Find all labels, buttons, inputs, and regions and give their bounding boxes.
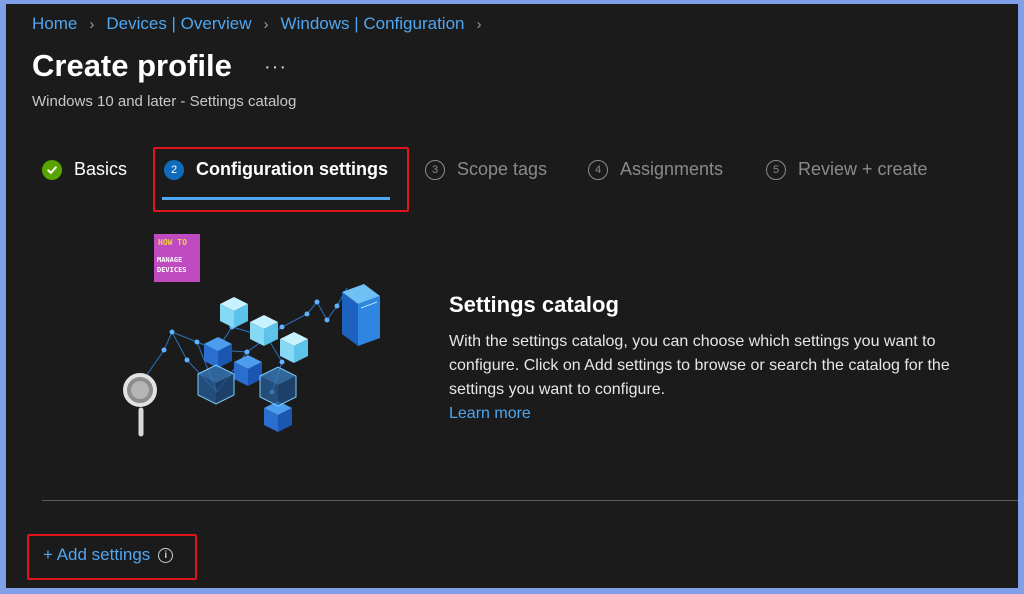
breadcrumb: Home › Devices | Overview › Windows | Co… (32, 14, 494, 34)
how-to-manage-devices-logo: HOW TO MANAGE DEVICES (154, 234, 200, 282)
step-label: Scope tags (457, 159, 548, 179)
step-number: 4 (588, 159, 608, 180)
step-review-create[interactable]: 5 Review + create (766, 159, 928, 180)
step-assignments[interactable]: 4 Assignments (588, 159, 723, 180)
highlight-box-add-settings (27, 534, 197, 580)
logo-line-1: HOW TO (158, 238, 187, 247)
portal-window: Home › Devices | Overview › Windows | Co… (6, 4, 1018, 588)
breadcrumb-windows-configuration[interactable]: Windows | Configuration (281, 14, 465, 34)
breadcrumb-chevron-icon: › (89, 15, 95, 33)
step-label: Basics (74, 159, 128, 179)
breadcrumb-home[interactable]: Home (32, 14, 77, 34)
step-scope-tags[interactable]: 3 Scope tags (425, 159, 547, 180)
page-subtitle: Windows 10 and later - Settings catalog (32, 93, 297, 110)
breadcrumb-chevron-icon: › (476, 15, 482, 33)
step-number: 5 (766, 159, 786, 180)
highlight-box-configuration-settings (153, 147, 409, 212)
section-divider (42, 500, 1018, 501)
logo-line-2: MANAGE (157, 256, 183, 264)
checkmark-circle-icon (42, 159, 62, 180)
catalog-heading: Settings catalog (449, 292, 619, 317)
logo-line-3: DEVICES (157, 266, 187, 274)
catalog-description: With the settings catalog, you can choos… (449, 333, 950, 398)
learn-more-link[interactable]: Learn more (449, 405, 531, 423)
step-number: 3 (425, 159, 445, 180)
breadcrumb-chevron-icon: › (263, 15, 269, 33)
step-label: Assignments (620, 159, 724, 179)
breadcrumb-devices-overview[interactable]: Devices | Overview (106, 14, 251, 34)
ellipsis-icon[interactable]: ··· (264, 56, 287, 79)
settings-catalog-illustration (123, 284, 380, 437)
step-label: Review + create (798, 159, 928, 179)
page-title: Create profile (32, 48, 232, 83)
step-basics[interactable]: Basics (42, 159, 127, 180)
